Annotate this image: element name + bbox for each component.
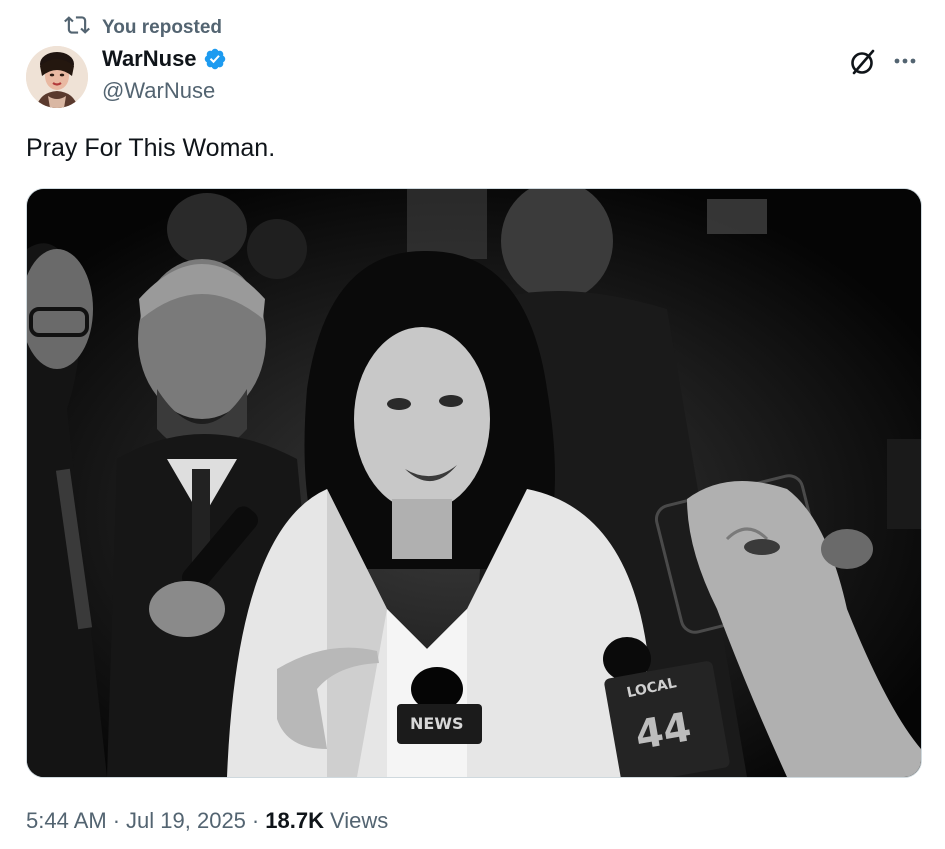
- media-text-news: NEWS: [410, 714, 464, 733]
- post-date[interactable]: Jul 19, 2025: [126, 808, 246, 834]
- views-count: 18.7K: [265, 808, 324, 833]
- repost-indicator[interactable]: You reposted: [64, 12, 222, 44]
- author-info: WarNuse @WarNuse: [102, 46, 227, 104]
- post-container: You reposted WarNuse @WarNuse Pray For T…: [0, 0, 945, 849]
- repost-label: You reposted: [102, 17, 222, 38]
- verified-badge-icon[interactable]: [203, 47, 227, 71]
- more-options-icon[interactable]: [890, 49, 920, 73]
- grok-icon[interactable]: [848, 47, 878, 77]
- tweet-photo[interactable]: NEWS LOCAL 44: [26, 188, 922, 778]
- meta-separator: ·: [112, 808, 121, 833]
- media-text-44: 44: [632, 704, 695, 759]
- post-meta: 5:44 AM · Jul 19, 2025 · 18.7K Views: [26, 808, 388, 834]
- tweet-text: Pray For This Woman.: [26, 134, 276, 162]
- post-time[interactable]: 5:44 AM: [26, 808, 107, 834]
- views-label: Views: [329, 808, 389, 833]
- author-display-name[interactable]: WarNuse: [102, 46, 197, 72]
- avatar[interactable]: [26, 46, 88, 108]
- meta-separator: ·: [251, 808, 260, 833]
- author-handle[interactable]: @WarNuse: [102, 78, 227, 104]
- repost-icon: [64, 12, 90, 44]
